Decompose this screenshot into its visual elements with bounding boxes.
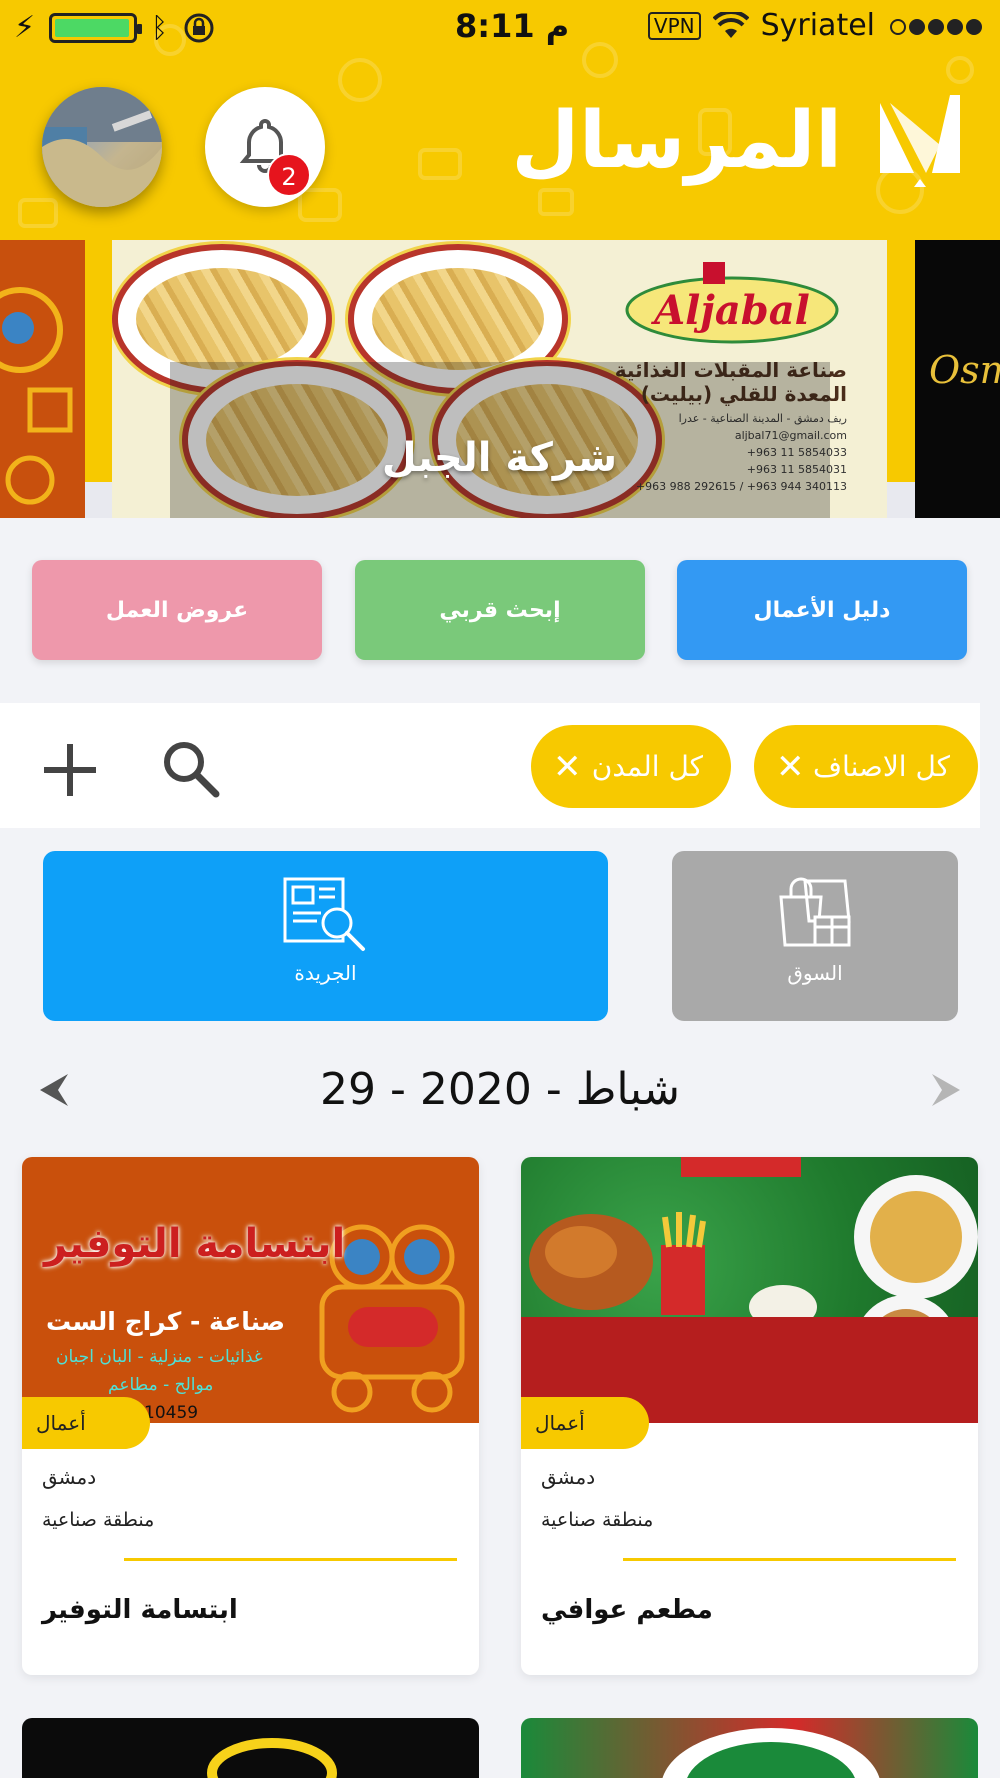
wifi-icon <box>712 11 749 38</box>
business-area: منطقة صناعية <box>42 1509 155 1531</box>
clear-category-filter-icon[interactable]: ✕ <box>776 747 805 787</box>
business-city: دمشق <box>42 1465 97 1489</box>
business-card[interactable]: أعمال دمشق منطقة صناعية مطعم عوافي <box>521 1157 978 1675</box>
clear-city-filter-icon[interactable]: ✕ <box>553 747 582 787</box>
business-city: دمشق <box>541 1465 596 1489</box>
carrier-name: Syriatel <box>760 8 875 43</box>
aljabal-logo: Aljabal <box>625 262 839 344</box>
date-navigator: 29 - شباط - 2020 <box>0 1060 1000 1120</box>
carousel-slide-next[interactable]: Osm <box>915 240 1000 518</box>
business-area: منطقة صناعية <box>541 1509 654 1531</box>
svg-text:Aljabal: Aljabal <box>650 287 810 334</box>
notification-count-badge: 2 <box>267 153 311 197</box>
app-header: ⚡ ᛒ 8:11 م VPN Syriatel المرسال 2 <box>0 0 1000 240</box>
current-date: 29 - شباط - 2020 <box>320 1064 680 1115</box>
rotation-lock-icon <box>184 13 214 42</box>
divider <box>124 1558 457 1561</box>
brand: المرسال <box>511 95 960 187</box>
carousel-slide-prev[interactable] <box>0 240 85 518</box>
divider <box>623 1558 956 1561</box>
banner-carousel[interactable]: Aljabal صناعة المقبلات الغذائية المعدة ل… <box>0 240 1000 518</box>
status-time: 8:11 م <box>455 7 570 45</box>
category-filter-chip[interactable]: ✕ كل الاصناف <box>754 725 978 808</box>
business-image <box>521 1157 978 1423</box>
business-card-partial[interactable] <box>521 1718 978 1778</box>
vpn-indicator: VPN <box>647 11 701 40</box>
business-card-partial[interactable] <box>22 1718 479 1778</box>
city-filter-chip[interactable]: ✕ كل المدن <box>531 725 731 808</box>
business-name: ابتسامة التوفير <box>42 1595 238 1625</box>
market-label: السوق <box>787 961 843 985</box>
category-filter-label: كل الاصناف <box>813 750 950 783</box>
bluetooth-icon: ᛒ <box>151 11 168 44</box>
category-tag: أعمال <box>22 1397 150 1449</box>
business-name: مطعم عوافي <box>541 1595 713 1625</box>
newspaper-label: الجريدة <box>294 961 357 985</box>
brand-name: المرسال <box>511 96 842 186</box>
add-icon[interactable] <box>40 740 100 800</box>
signal-strength-icon <box>887 8 982 43</box>
next-date-arrow-icon[interactable] <box>930 1072 962 1108</box>
city-filter-label: كل المدن <box>591 750 703 783</box>
category-tag: أعمال <box>521 1397 649 1449</box>
search-icon[interactable] <box>160 738 222 800</box>
shopping-bags-icon <box>779 877 851 947</box>
business-image: ابتسامة التوفير صناعة - كراج الست غذائيا… <box>22 1157 479 1423</box>
battery-icon <box>49 12 143 43</box>
notifications-button[interactable]: 2 <box>205 87 325 207</box>
newspaper-icon <box>283 877 365 951</box>
newspaper-tile[interactable]: الجريدة <box>43 851 608 1021</box>
business-card[interactable]: ابتسامة التوفير صناعة - كراج الست غذائيا… <box>22 1157 479 1675</box>
market-tile[interactable]: السوق <box>672 851 958 1021</box>
banner-caption: شركة الجبل <box>381 435 618 481</box>
business-directory-button[interactable]: دليل الأعمال <box>677 560 967 660</box>
charging-icon: ⚡ <box>14 10 36 45</box>
user-avatar[interactable] <box>42 87 162 207</box>
status-bar: ⚡ ᛒ 8:11 م VPN Syriatel <box>0 0 1000 52</box>
search-nearby-button[interactable]: إبحث قربي <box>355 560 645 660</box>
brand-logo-icon <box>880 95 960 187</box>
job-offers-button[interactable]: عروض العمل <box>32 560 322 660</box>
